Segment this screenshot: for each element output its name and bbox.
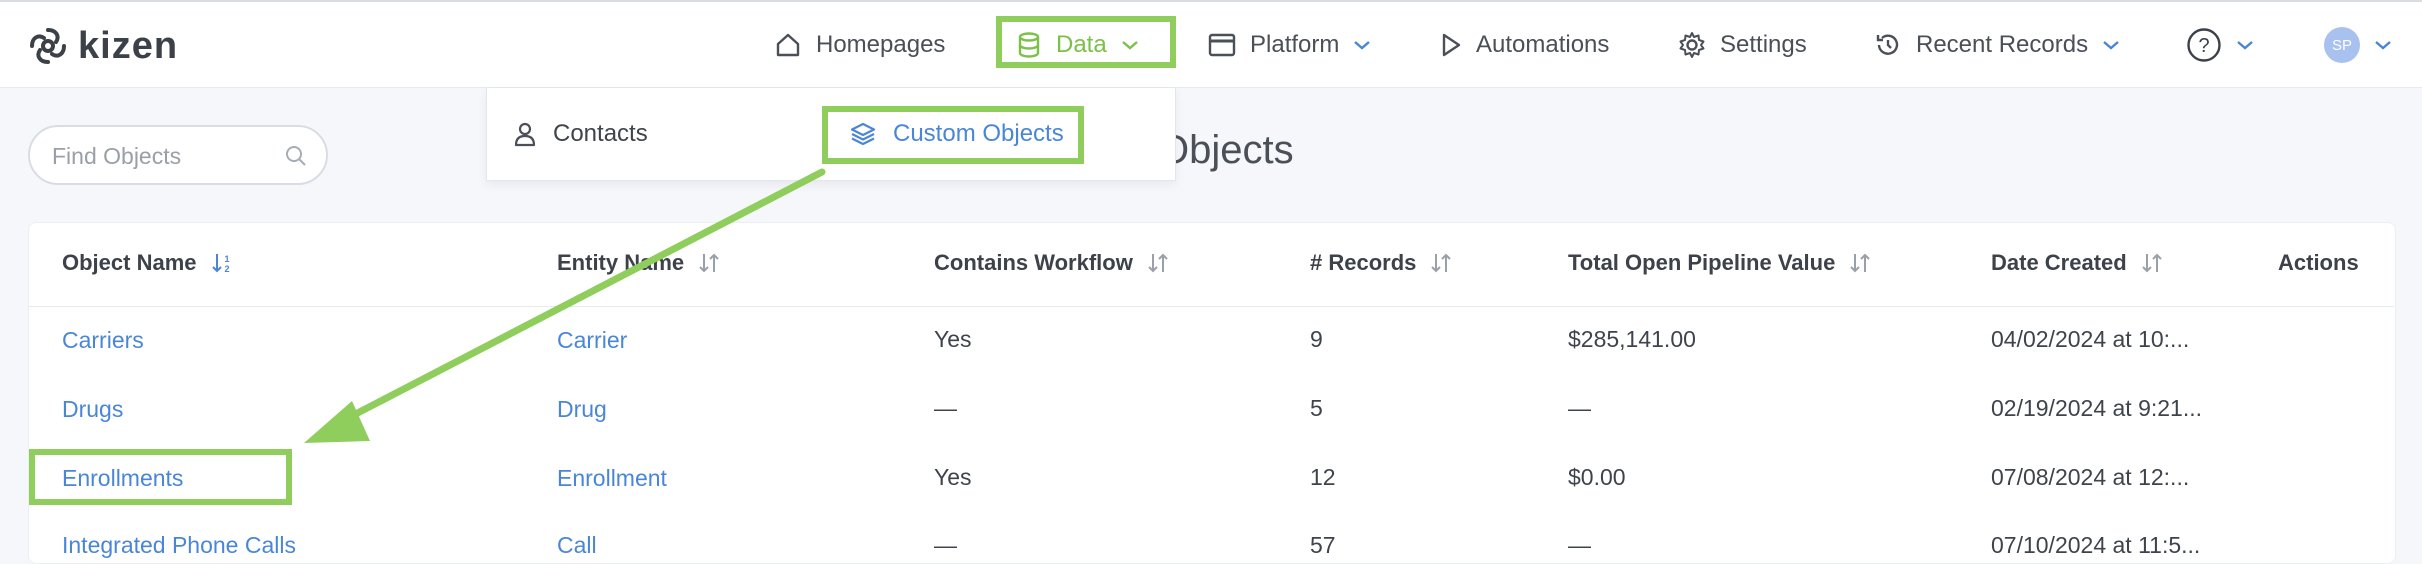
arrow-head <box>304 401 370 443</box>
annotation-arrow <box>304 168 826 443</box>
arrow-shaft <box>344 168 826 422</box>
